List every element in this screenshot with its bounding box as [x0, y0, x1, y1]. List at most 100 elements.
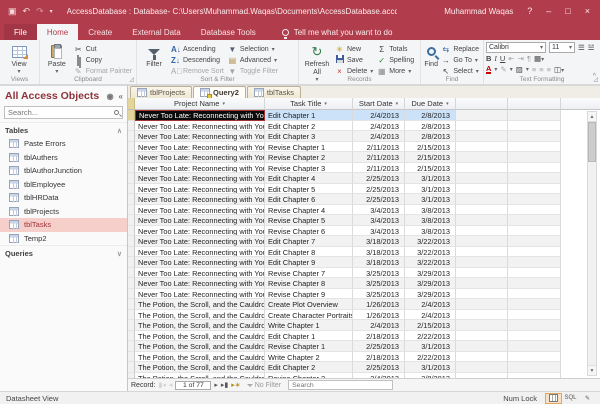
decrease-indent-icon[interactable]: ⇤ — [508, 54, 514, 63]
table-row[interactable]: The Potion, the Scroll, and the Cauldron… — [128, 330, 600, 341]
tab-file[interactable]: File — [4, 24, 37, 40]
cell-start-date[interactable]: 2/11/2013 — [353, 162, 405, 173]
cell-empty[interactable] — [456, 131, 508, 142]
table-row[interactable]: Never Too Late: Reconnecting with You Edi… — [128, 183, 600, 194]
nav-pane-menu-icon[interactable]: ◉ — [107, 92, 114, 101]
minimize-button[interactable]: – — [546, 6, 551, 16]
cell-empty[interactable] — [508, 204, 561, 215]
cell-task-title[interactable]: Revise Chapter 1 — [265, 341, 353, 352]
cell-project-name[interactable]: Never Too Late: Reconnecting with You — [135, 152, 265, 163]
object-tab-tbltasks[interactable]: tblTasks — [246, 86, 301, 98]
cell-task-title[interactable]: Revise Chapter 4 — [265, 204, 353, 215]
nav-item-tblauthorjunction[interactable]: tblAuthorJunction — [0, 164, 127, 178]
cell-due-date[interactable]: 2/8/2013 — [405, 110, 456, 121]
cell-empty[interactable] — [508, 351, 561, 362]
cell-project-name[interactable]: The Potion, the Scroll, and the Cauldron — [135, 351, 265, 362]
next-record-button[interactable]: ▸ — [214, 382, 218, 389]
cell-start-date[interactable]: 2/11/2013 — [353, 141, 405, 152]
toggle-filter-button[interactable]: ▼ Toggle Filter — [226, 66, 280, 76]
spelling-button[interactable]: ✓ Spelling — [375, 55, 416, 65]
shutter-bar-close-icon[interactable]: « — [119, 92, 123, 101]
cell-task-title[interactable]: Edit Chapter 2 — [265, 362, 353, 373]
cell-empty[interactable] — [508, 299, 561, 310]
cell-empty[interactable] — [508, 141, 561, 152]
cell-empty[interactable] — [456, 257, 508, 268]
object-tab-query2[interactable]: Query2 — [193, 86, 246, 99]
cell-start-date[interactable]: 2/25/2013 — [353, 362, 405, 373]
cell-task-title[interactable]: Revise Chapter 6 — [265, 225, 353, 236]
cell-project-name[interactable]: Never Too Late: Reconnecting with You — [135, 131, 265, 142]
cell-due-date[interactable]: 3/1/2013 — [405, 173, 456, 184]
copy-button[interactable]: Copy — [72, 54, 134, 66]
table-row[interactable]: The Potion, the Scroll, and the Cauldron… — [128, 362, 600, 373]
underline-button[interactable]: U — [500, 54, 505, 63]
nav-group-queries[interactable]: Queries ∨ — [0, 245, 127, 260]
background-color-icon[interactable]: ▨ — [516, 65, 523, 74]
table-row[interactable]: Never Too Late: Reconnecting with You Rev… — [128, 278, 600, 289]
collapse-ribbon-icon[interactable]: ^ — [593, 73, 596, 80]
nav-item-tblauthers[interactable]: tblAuthers — [0, 151, 127, 165]
cell-empty[interactable] — [456, 194, 508, 205]
cell-task-title[interactable]: Edit Chapter 5 — [265, 183, 353, 194]
cell-empty[interactable] — [508, 278, 561, 289]
cell-task-title[interactable]: Revise Chapter 5 — [265, 215, 353, 226]
cell-empty[interactable] — [508, 215, 561, 226]
cell-project-name[interactable]: Never Too Late: Reconnecting with You — [135, 204, 265, 215]
cell-start-date[interactable]: 3/18/2013 — [353, 257, 405, 268]
cell-empty[interactable] — [508, 320, 561, 331]
bold-button[interactable]: B — [486, 54, 491, 63]
select-all-corner[interactable] — [128, 98, 135, 110]
selection-button[interactable]: ▼ Selection ▾ — [226, 44, 280, 54]
cell-task-title[interactable]: Create Plot Overview — [265, 299, 353, 310]
table-row[interactable]: Never Too Late: Reconnecting with You Edi… — [128, 246, 600, 257]
text-direction-icon[interactable]: ¶ — [527, 54, 531, 63]
cell-empty[interactable] — [456, 267, 508, 278]
record-selector[interactable] — [128, 267, 135, 278]
format-painter-button[interactable]: ✎ Format Painter — [72, 66, 134, 76]
table-row[interactable]: The Potion, the Scroll, and the Cauldron… — [128, 341, 600, 352]
cell-due-date[interactable]: 3/1/2013 — [405, 183, 456, 194]
descending-button[interactable]: Z↓ Descending — [169, 55, 226, 65]
table-row[interactable]: Never Too Late: Reconnecting with You Edi… — [128, 131, 600, 142]
delete-record-button[interactable]: × Delete ▾ — [333, 66, 375, 76]
nav-group-tables[interactable]: Tables ∧ — [0, 122, 127, 137]
previous-record-button[interactable]: ◂ — [169, 382, 173, 389]
cell-empty[interactable] — [508, 110, 561, 121]
table-row[interactable]: Never Too Late: Reconnecting with You Rev… — [128, 288, 600, 299]
record-selector[interactable] — [128, 362, 135, 373]
column-header-empty[interactable] — [508, 98, 561, 110]
record-selector[interactable] — [128, 131, 135, 142]
record-selector[interactable] — [128, 351, 135, 362]
cell-empty[interactable] — [456, 236, 508, 247]
nav-search-box[interactable] — [4, 106, 123, 119]
align-right-icon[interactable]: ≡ — [547, 65, 551, 74]
table-row[interactable]: Never Too Late: Reconnecting with You Rev… — [128, 152, 600, 163]
nav-search-input[interactable] — [8, 108, 114, 117]
cell-start-date[interactable]: 1/26/2013 — [353, 299, 405, 310]
last-record-button[interactable]: ▸▮ — [221, 382, 228, 389]
cell-empty[interactable] — [508, 330, 561, 341]
cell-project-name[interactable]: Never Too Late: Reconnecting with You — [135, 162, 265, 173]
cell-start-date[interactable]: 2/4/2013 — [353, 110, 405, 121]
more-button[interactable]: ▦ More ▾ — [375, 66, 416, 76]
cell-empty[interactable] — [456, 204, 508, 215]
table-row[interactable]: Never Too Late: Reconnecting with You Edi… — [128, 257, 600, 268]
record-selector[interactable] — [128, 194, 135, 205]
cell-task-title[interactable]: Revise Chapter 9 — [265, 288, 353, 299]
record-selector[interactable] — [128, 173, 135, 184]
align-left-icon[interactable]: ≡ — [532, 65, 536, 74]
new-blank-record-button[interactable]: ▸∗ — [231, 382, 240, 389]
scrollbar-thumb[interactable] — [588, 122, 596, 162]
pen-color-icon[interactable]: ✎ — [500, 65, 506, 74]
cell-empty[interactable] — [508, 257, 561, 268]
cell-due-date[interactable]: 2/15/2013 — [405, 320, 456, 331]
filter-dropdown-icon[interactable]: ▾ — [222, 101, 225, 107]
table-row[interactable]: Never Too Late: Reconnecting with You Rev… — [128, 225, 600, 236]
cell-project-name[interactable]: Never Too Late: Reconnecting with You — [135, 120, 265, 131]
first-record-button[interactable]: ▮◂ — [159, 382, 166, 389]
help-button[interactable]: ? — [527, 6, 532, 16]
nav-item-tblprojects[interactable]: tblProjects — [0, 205, 127, 219]
cell-project-name[interactable]: The Potion, the Scroll, and the Cauldron — [135, 341, 265, 352]
record-search-input[interactable] — [292, 381, 388, 389]
cell-empty[interactable] — [508, 362, 561, 373]
